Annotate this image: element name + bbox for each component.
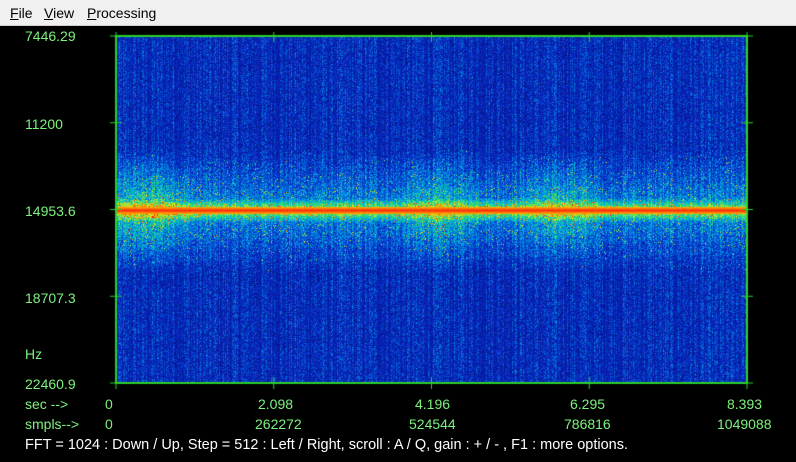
- y-tick-label-0: 7446.29: [25, 28, 76, 44]
- menu-bar: File View Processing: [0, 0, 796, 26]
- spectrogram-view: 7446.29 11200 14953.6 18707.3 Hz 22460.9…: [0, 26, 796, 462]
- sec-tick-0: 0: [105, 396, 113, 412]
- sec-tick-1: 2.098: [258, 396, 294, 412]
- menu-view[interactable]: View: [44, 5, 74, 21]
- sec-axis-label: sec -->: [25, 396, 69, 412]
- smpls-axis-label: smpls-->: [25, 416, 80, 432]
- y-tick-label-3: 18707.3: [25, 290, 76, 306]
- y-tick-label-1: 11200: [25, 116, 63, 132]
- spectrogram-canvas[interactable]: [0, 26, 796, 462]
- y-unit-label: Hz: [25, 346, 43, 362]
- smpls-tick-3: 786816: [564, 416, 611, 432]
- smpls-tick-1: 262272: [255, 416, 302, 432]
- smpls-tick-2: 524544: [409, 416, 456, 432]
- smpls-tick-4: 1049088: [717, 416, 772, 432]
- y-tick-label-4: 22460.9: [25, 376, 76, 392]
- menu-processing[interactable]: Processing: [87, 5, 156, 21]
- sec-tick-3: 6.295: [570, 396, 606, 412]
- y-tick-label-2: 14953.6: [25, 203, 76, 219]
- smpls-tick-0: 0: [105, 416, 113, 432]
- keyboard-help-status: FFT = 1024 : Down / Up, Step = 512 : Lef…: [25, 437, 628, 453]
- menu-file[interactable]: File: [10, 5, 33, 21]
- sec-tick-4: 8.393: [727, 396, 763, 412]
- sec-tick-2: 4.196: [415, 396, 451, 412]
